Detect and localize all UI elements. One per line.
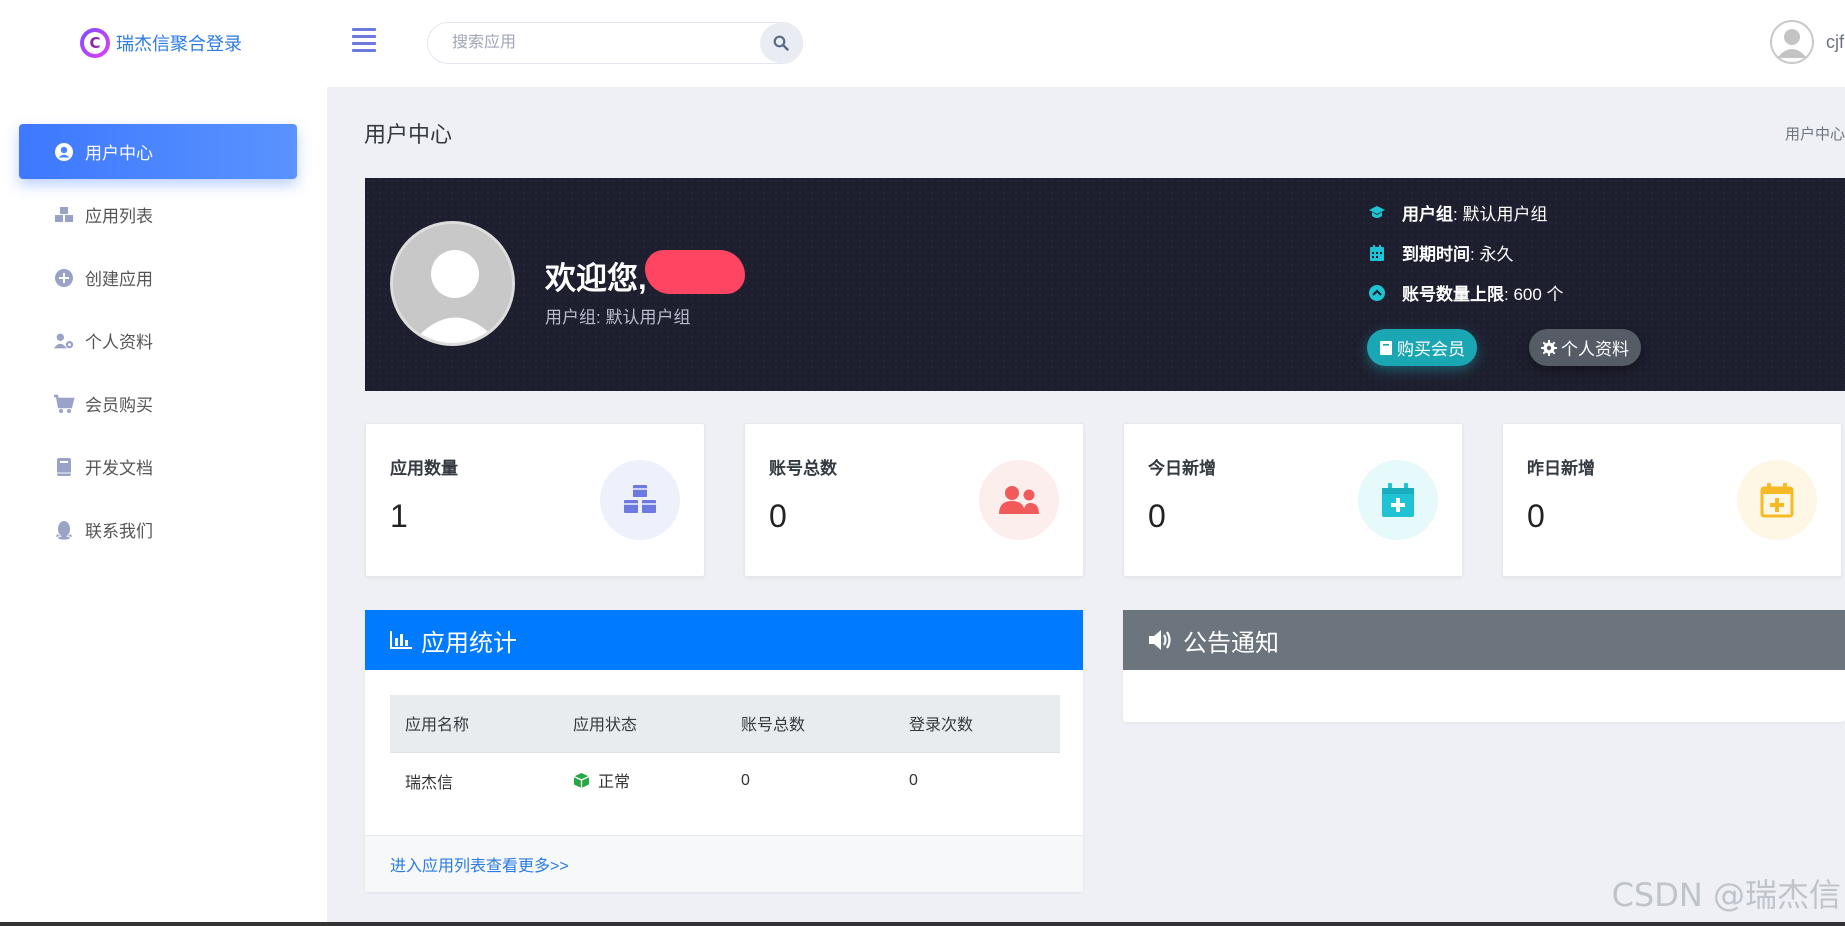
brand[interactable]: C 瑞杰信聚合登录 (80, 28, 242, 58)
info-user-group: 用户组 : 默认用户组 (1368, 200, 1547, 225)
accounts-cell: 0 (741, 771, 750, 789)
watermark: CSDN @瑞杰信 (1611, 876, 1841, 914)
table-header-row: 应用名称 应用状态 账号总数 登录次数 (390, 695, 1060, 753)
stat-value: 0 (769, 498, 787, 534)
stat-label: 账号总数 (769, 459, 837, 478)
top-header: C 瑞杰信聚合登录 cjf (0, 0, 1845, 87)
plus-circle-icon (53, 267, 75, 289)
users-icon (979, 460, 1059, 540)
buy-membership-button[interactable]: 购买会员 (1367, 329, 1477, 366)
logins-cell: 0 (909, 771, 918, 789)
sidebar-item-create-app[interactable]: 创建应用 (19, 250, 297, 305)
search-input[interactable] (452, 34, 732, 52)
welcome-text: 欢迎您, (545, 261, 647, 296)
notice-panel: 公告通知 (1123, 610, 1845, 722)
search-icon (773, 35, 789, 51)
stat-value: 0 (1527, 498, 1545, 534)
view-more-link[interactable]: 进入应用列表查看更多>> (365, 835, 1083, 892)
app-status-cell: 正常 (558, 752, 726, 809)
stat-card-today-new: 今日新增 0 (1123, 423, 1463, 577)
sidebar-item-label: 会员购买 (85, 396, 153, 415)
user-name[interactable]: cjf (1826, 32, 1844, 53)
stat-label: 今日新增 (1148, 459, 1216, 478)
book-icon (1380, 340, 1392, 355)
sidebar-item-label: 用户中心 (85, 144, 153, 163)
welcome-banner: 欢迎您, 用户组: 默认用户组 用户组 : 默认用户组 到期时间 : 永久 账号… (365, 178, 1845, 391)
user-circle-icon (53, 141, 75, 163)
sidebar-item-label: 个人资料 (85, 333, 153, 352)
stat-label: 应用数量 (390, 459, 458, 478)
graduation-icon (1368, 204, 1386, 222)
stat-card-account-total: 账号总数 0 (744, 423, 1084, 577)
column-header: 应用名称 (390, 695, 558, 753)
cart-icon (53, 393, 75, 415)
stat-value: 0 (1148, 498, 1166, 534)
user-cog-icon (53, 330, 75, 352)
stat-label: 昨日新增 (1527, 459, 1595, 478)
calendar-plus-icon (1358, 460, 1438, 540)
bottom-bar (0, 922, 1845, 926)
avatar (390, 221, 515, 346)
sidebar-item-label: 创建应用 (85, 270, 153, 289)
menu-toggle-icon[interactable] (352, 28, 376, 52)
app-stats-header: 应用统计 (365, 610, 1083, 670)
sidebar-item-label: 应用列表 (85, 207, 153, 226)
cube-icon (573, 772, 590, 788)
stat-card-app-count: 应用数量 1 (365, 423, 705, 577)
bar-chart-icon (390, 631, 412, 649)
sidebar-item-label: 开发文档 (85, 459, 153, 478)
column-header: 账号总数 (726, 695, 894, 753)
gear-icon (1541, 339, 1557, 356)
redacted-username (645, 250, 745, 294)
sidebar-item-docs[interactable]: 开发文档 (19, 439, 297, 494)
chevron-up-circle-icon (1368, 284, 1386, 302)
sidebar-item-membership[interactable]: 会员购买 (19, 376, 297, 431)
app-stats-table: 应用名称 应用状态 账号总数 登录次数 瑞杰信 正常 0 0 (390, 695, 1060, 809)
stat-card-yesterday-new: 昨日新增 0 (1502, 423, 1842, 577)
welcome-subtitle: 用户组: 默认用户组 (545, 308, 691, 327)
search-button[interactable] (760, 23, 802, 63)
breadcrumb[interactable]: 用户中心 (1785, 123, 1845, 144)
sidebar: 用户中心 应用列表 创建应用 个人资料 会员购买 开发文档 联系我们 (0, 87, 327, 926)
book-icon (53, 456, 75, 478)
notice-header: 公告通知 (1123, 610, 1845, 670)
brand-logo-icon: C (80, 28, 110, 58)
brand-name: 瑞杰信聚合登录 (116, 34, 242, 54)
main-content: 用户中心 用户中心 欢迎您, 用户组: 默认用户组 用户组 : 默认用户组 到期… (327, 87, 1845, 926)
page-title: 用户中心 (364, 122, 453, 147)
cubes-icon (53, 204, 75, 226)
calendar-plus-icon (1737, 460, 1817, 540)
sidebar-item-contact[interactable]: 联系我们 (19, 502, 297, 557)
column-header: 登录次数 (894, 695, 1060, 753)
sidebar-item-label: 联系我们 (85, 522, 153, 541)
cubes-icon (600, 460, 680, 540)
qq-icon (53, 519, 75, 541)
calendar-icon (1368, 244, 1386, 262)
stat-value: 1 (390, 498, 408, 534)
volume-icon (1149, 630, 1171, 650)
info-expire: 到期时间 : 永久 (1368, 240, 1513, 265)
user-avatar[interactable] (1770, 20, 1814, 64)
table-row: 瑞杰信 正常 0 0 (390, 752, 1060, 809)
app-stats-panel: 应用统计 应用名称 应用状态 账号总数 登录次数 瑞杰信 正常 0 0 进入应用… (365, 610, 1083, 892)
column-header: 应用状态 (558, 695, 726, 753)
sidebar-item-user-center[interactable]: 用户中心 (19, 124, 297, 179)
profile-button[interactable]: 个人资料 (1529, 329, 1641, 366)
sidebar-item-app-list[interactable]: 应用列表 (19, 187, 297, 242)
info-account-limit: 账号数量上限 : 600 个 (1368, 280, 1564, 305)
search-box (427, 22, 803, 64)
sidebar-item-profile[interactable]: 个人资料 (19, 313, 297, 368)
app-name-cell: 瑞杰信 (405, 774, 454, 792)
